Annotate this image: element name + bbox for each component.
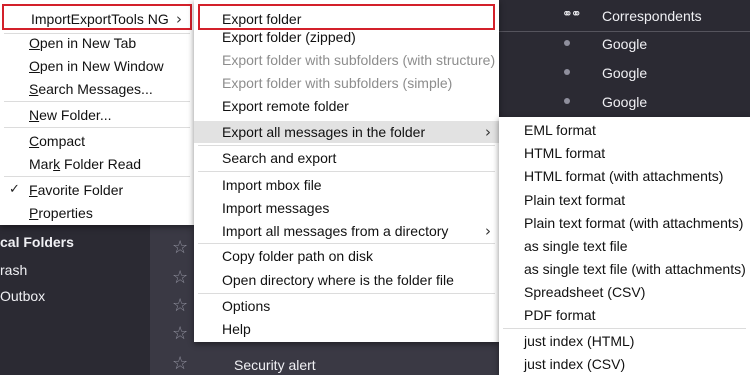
message-row[interactable]: Google — [498, 61, 750, 90]
menu-item-just-index-html[interactable]: just index (HTML) — [499, 330, 750, 352]
menu-separator — [4, 127, 190, 128]
checkmark-icon: ✓ — [9, 182, 20, 197]
glasses-icon[interactable]: ⚭⚭ — [562, 7, 582, 22]
local-folders-header[interactable]: cal Folders — [0, 234, 74, 250]
menu-item-export-remote-folder[interactable]: Export remote folder — [194, 95, 499, 117]
unread-dot-icon[interactable] — [564, 98, 570, 104]
menu-item-label: ImportExportTools NG — [31, 11, 169, 27]
star-icon[interactable]: ☆ — [172, 237, 188, 258]
menu-item-export-subfolders-simple[interactable]: Export folder with subfolders (simple) — [194, 72, 499, 94]
menu-separator — [198, 145, 495, 146]
menu-item-single-text-file[interactable]: as single text file — [499, 235, 750, 257]
menu-item-options[interactable]: Options — [194, 295, 499, 317]
menu-item-html-with-attachments[interactable]: HTML format (with attachments) — [499, 165, 750, 187]
menu-item-properties[interactable]: Properties — [0, 202, 194, 224]
menu-item-import-mbox-file[interactable]: Import mbox file — [194, 174, 499, 196]
menu-item-export-subfolders-structure[interactable]: Export folder with subfolders (with stru… — [194, 49, 499, 71]
chevron-right-icon: › — [485, 123, 491, 141]
unread-dot-icon[interactable] — [564, 69, 570, 75]
menu-separator — [198, 243, 495, 244]
unread-dot-icon[interactable] — [564, 40, 570, 46]
menu-item-compact[interactable]: Compact — [0, 130, 194, 152]
menu-item-importexporttools[interactable]: ImportExportTools NG › — [2, 4, 192, 30]
folder-item-outbox[interactable]: Outbox — [0, 288, 45, 304]
message-sender: Google — [602, 65, 648, 81]
importexport-submenu: Export folder Export folder (zipped) Exp… — [194, 0, 499, 342]
menu-item-import-messages[interactable]: Import messages — [194, 197, 499, 219]
menu-item-export-folder-zipped[interactable]: Export folder (zipped) — [194, 26, 499, 48]
menu-item-search-messages[interactable]: Search Messages... — [0, 78, 194, 100]
menu-separator — [503, 328, 746, 329]
export-format-submenu: EML format HTML format HTML format (with… — [499, 117, 750, 375]
message-sender: Google — [602, 36, 648, 52]
star-icon[interactable]: ☆ — [172, 323, 188, 344]
menu-item-export-all-messages[interactable]: Export all messages in the folder › — [194, 121, 499, 143]
menu-item-open-in-new-window[interactable]: Open in New Window — [0, 55, 194, 77]
star-icon[interactable]: ☆ — [172, 267, 188, 288]
message-subject-security-alert[interactable]: Security alert — [234, 357, 316, 373]
folder-context-menu: ImportExportTools NG › Open in New Tab O… — [0, 0, 194, 225]
menu-item-import-from-directory[interactable]: Import all messages from a directory › — [194, 220, 499, 242]
menu-item-help[interactable]: Help — [194, 318, 499, 340]
menu-item-plain-text-format[interactable]: Plain text format — [499, 189, 750, 211]
menu-separator — [198, 171, 495, 172]
message-row[interactable]: Google — [498, 32, 750, 61]
menu-item-html-format[interactable]: HTML format — [499, 142, 750, 164]
message-sender: Google — [602, 94, 648, 110]
menu-item-spreadsheet-csv[interactable]: Spreadsheet (CSV) — [499, 281, 750, 303]
folder-item-trash[interactable]: rash — [0, 262, 27, 278]
correspondents-column-header[interactable]: Correspondents — [602, 8, 702, 24]
menu-item-copy-folder-path[interactable]: Copy folder path on disk — [194, 245, 499, 267]
menu-item-mark-folder-read[interactable]: Mark Folder Read — [0, 153, 194, 175]
star-icon[interactable]: ☆ — [172, 295, 188, 316]
menu-item-eml-format[interactable]: EML format — [499, 119, 750, 141]
message-row[interactable]: Google — [498, 90, 750, 119]
menu-item-favorite-folder[interactable]: ✓ Favorite Folder — [0, 179, 194, 201]
menu-separator — [4, 176, 190, 177]
star-icon[interactable]: ☆ — [172, 353, 188, 374]
menu-separator — [4, 101, 190, 102]
menu-item-open-in-new-tab[interactable]: Open in New Tab — [0, 32, 194, 54]
menu-item-open-folder-directory[interactable]: Open directory where is the folder file — [194, 269, 499, 291]
chevron-right-icon: › — [485, 222, 491, 240]
menu-item-search-and-export[interactable]: Search and export — [194, 147, 499, 169]
chevron-right-icon: › — [176, 10, 182, 28]
menu-item-pdf-format[interactable]: PDF format — [499, 304, 750, 326]
menu-item-just-index-csv[interactable]: just index (CSV) — [499, 353, 750, 375]
menu-separator — [198, 293, 495, 294]
menu-item-new-folder[interactable]: New Folder... — [0, 104, 194, 126]
message-list-header: ⚭⚭ Correspondents — [498, 0, 750, 32]
menu-item-single-text-file-with-attachments[interactable]: as single text file (with attachments) — [499, 258, 750, 280]
menu-item-plain-text-with-attachments[interactable]: Plain text format (with attachments) — [499, 212, 750, 234]
